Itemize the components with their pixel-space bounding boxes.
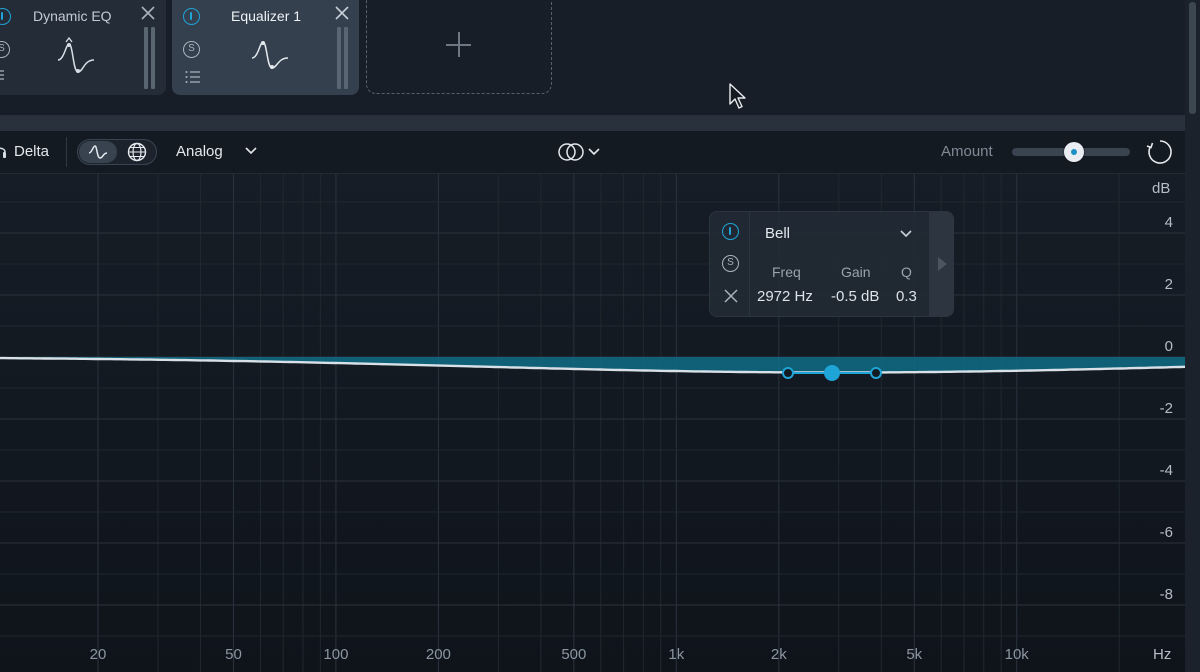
db-tick-label: 2 [1165, 276, 1173, 293]
stereo-link-icon [558, 143, 584, 161]
view-spectrum-button[interactable] [119, 141, 156, 163]
frequency-tick-label: 10k [1005, 646, 1030, 663]
view-toggle[interactable] [77, 139, 157, 165]
band-shape-dropdown[interactable]: Bell [750, 217, 925, 249]
module-equalizer-1[interactable]: Equalizer 1 S [172, 0, 359, 95]
level-meter [151, 27, 155, 89]
panel-divider[interactable] [0, 115, 1185, 131]
frequency-tick-label: 2k [771, 646, 787, 663]
mouse-cursor-icon [729, 83, 746, 109]
mode-label: Analog [176, 143, 223, 160]
eq-curve-icon [88, 145, 108, 159]
list-icon[interactable] [0, 69, 6, 81]
band-q-handle-left[interactable] [782, 367, 794, 379]
band-solo-button[interactable]: S [722, 255, 739, 272]
module-title: Dynamic EQ [33, 8, 112, 24]
db-tick-label: 0 [1165, 338, 1173, 355]
frequency-tick-label: 500 [561, 646, 586, 663]
delta-label: Delta [14, 143, 50, 160]
graph-background [0, 174, 1185, 672]
eq-graph[interactable]: dB 4 2 0 -2 -4 -6 -8 20 50 100 200 500 1k 2k 5k 10k Hz [0, 174, 1185, 672]
delta-button[interactable]: Delta [0, 131, 62, 173]
plus-icon [458, 32, 460, 57]
freq-value-field[interactable]: 2972 Hz [757, 288, 813, 305]
globe-icon [127, 142, 147, 162]
module-power-button[interactable] [183, 8, 200, 25]
band-shape-label: Bell [765, 225, 791, 242]
level-meter [337, 27, 341, 89]
stereo-mode-dropdown[interactable] [555, 139, 603, 165]
level-meter [144, 27, 148, 89]
gain-value-field[interactable]: -0.5 dB [831, 288, 879, 305]
q-header: Q [901, 264, 912, 280]
module-dynamic-eq[interactable]: Dynamic EQ S [0, 0, 166, 95]
frequency-tick-label: 50 [225, 646, 242, 663]
db-tick-label: -4 [1160, 462, 1173, 479]
view-eq-curve-button[interactable] [79, 141, 117, 163]
vertical-scrollbar[interactable] [1185, 0, 1200, 672]
toolbar: Delta Analog Amount [0, 131, 1185, 174]
module-title: Equalizer 1 [231, 8, 302, 24]
db-unit-label: dB [1152, 180, 1170, 197]
chevron-down-icon [245, 147, 257, 155]
q-value-field[interactable]: 0.3 [896, 288, 917, 305]
dynamic-eq-icon [57, 36, 95, 73]
reset-icon[interactable] [1146, 138, 1174, 166]
module-power-button[interactable] [0, 8, 11, 25]
expand-arrow-icon[interactable] [938, 257, 947, 271]
amount-slider-handle[interactable] [1064, 142, 1084, 162]
frequency-tick-label: 1k [668, 646, 684, 663]
scrollbar-thumb[interactable] [1189, 2, 1196, 114]
db-tick-label: -2 [1160, 400, 1173, 417]
close-icon[interactable] [334, 5, 350, 21]
chevron-down-icon [900, 230, 912, 238]
gain-header: Gain [841, 264, 871, 280]
band-node[interactable] [824, 365, 840, 381]
toolbar-divider [66, 137, 67, 167]
equalizer-icon [251, 41, 289, 69]
frequency-tick-label: 200 [426, 646, 451, 663]
frequency-tick-label: 5k [906, 646, 922, 663]
db-tick-label: -6 [1160, 524, 1173, 541]
band-popup: S Bell Freq Gain Q 2972 Hz -0.5 dB 0.3 [709, 211, 954, 317]
module-strip: Dynamic EQ S Equalizer 1 S [0, 0, 1185, 115]
solo-button[interactable]: S [183, 41, 200, 58]
solo-button[interactable]: S [0, 41, 10, 58]
frequency-tick-label: 20 [90, 646, 107, 663]
level-meter [344, 27, 348, 89]
amount-label: Amount [941, 143, 993, 160]
chevron-down-icon [588, 148, 600, 156]
db-tick-label: 4 [1165, 214, 1173, 231]
headphone-icon [0, 147, 6, 158]
list-icon[interactable] [185, 70, 201, 84]
add-module-slot[interactable] [366, 0, 552, 94]
frequency-tick-label: 100 [323, 646, 348, 663]
eq-graph-canvas[interactable]: dB 420-2-4-6-8 20 50 100 200 500 1k 2k 5k 10k Hz [0, 174, 1185, 672]
db-tick-label: -8 [1160, 586, 1173, 603]
close-icon[interactable] [723, 288, 739, 304]
band-power-button[interactable] [722, 223, 739, 240]
freq-header: Freq [772, 264, 801, 280]
mode-dropdown[interactable]: Analog [170, 131, 265, 173]
close-icon[interactable] [140, 5, 156, 21]
hz-unit-label: Hz [1153, 646, 1171, 663]
band-q-handle-right[interactable] [870, 367, 882, 379]
